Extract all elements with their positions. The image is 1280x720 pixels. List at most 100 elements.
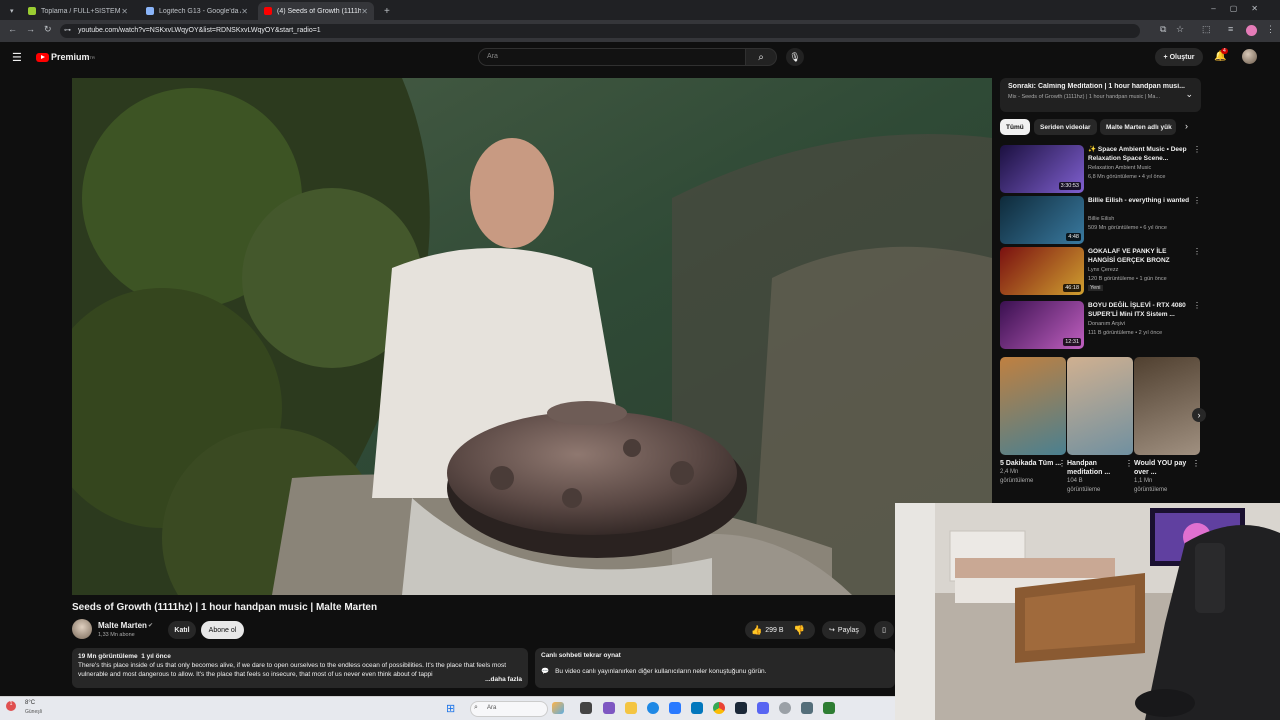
url-field[interactable]: youtube.com/watch?v=NSKxvLWqyOY&list=RDN… <box>60 24 1140 38</box>
chrome-icon[interactable] <box>713 702 725 714</box>
live-chat-replay-box[interactable]: Canlı sohbeti tekrar oynat 💬 Bu video can… <box>535 648 895 688</box>
recommended-video-title[interactable]: GOKALAF VE PANKY İLE HANGİSİ GERÇEK BRON… <box>1088 247 1192 265</box>
install-icon[interactable]: ⧉ <box>1160 24 1166 35</box>
recommended-video-title[interactable]: ✨ Space Ambient Music • Deep Relaxation … <box>1088 145 1192 163</box>
thumbs-up-icon[interactable]: 👍 <box>751 625 762 636</box>
file-explorer-icon[interactable] <box>625 702 637 714</box>
widgets-icon[interactable] <box>552 702 564 714</box>
like-count[interactable]: 299 B <box>765 627 783 634</box>
browser-tab-1[interactable]: Toplama / FULL+SİSTEM sahibi ✕ <box>22 2 134 20</box>
chip-all[interactable]: Tümü <box>1000 119 1030 135</box>
weather-desc[interactable]: Güneşli <box>25 709 42 715</box>
more-options-icon[interactable]: ⋮ <box>1193 247 1201 256</box>
chevron-right-icon[interactable]: › <box>1185 121 1188 131</box>
windows-start-icon[interactable]: ⊞ <box>446 702 455 715</box>
window-controls[interactable]: –▢✕ <box>1211 4 1272 13</box>
recommended-video[interactable]: 12:31 BOYU DEĞİL İŞLEVİ - RTX 4080 SUPER… <box>1000 301 1201 349</box>
show-more-link[interactable]: ...daha fazla <box>481 675 522 684</box>
video-thumbnail[interactable]: 3:30:53 <box>1000 145 1084 193</box>
channel-name[interactable]: Malte Marten <box>98 621 147 630</box>
channel-avatar[interactable] <box>72 619 92 639</box>
video-player[interactable] <box>72 78 992 595</box>
account-avatar[interactable] <box>1242 49 1257 64</box>
more-options-icon[interactable]: ⋮ <box>1192 459 1200 468</box>
short-views: 1,1 Mn <box>1134 478 1153 484</box>
subscribe-button[interactable]: Abone ol <box>201 621 244 639</box>
short-title[interactable]: Would YOU pay over ... <box>1134 459 1200 477</box>
close-icon[interactable]: ✕ <box>361 7 368 16</box>
recommended-channel[interactable]: Lynx Çerezz <box>1088 267 1118 273</box>
more-options-icon[interactable]: ⋮ <box>1193 196 1201 205</box>
short-title[interactable]: 5 Dakikada Tüm ... <box>1000 459 1066 468</box>
more-options-icon[interactable]: ⋮ <box>1125 459 1133 468</box>
create-button[interactable]: + Oluştur <box>1155 48 1203 66</box>
description-box[interactable]: 19 Mn görüntüleme 1 yıl önce There's thi… <box>72 648 528 688</box>
recommended-video[interactable]: 46:18 GOKALAF VE PANKY İLE HANGİSİ GERÇE… <box>1000 247 1201 295</box>
youtube-logo[interactable]: Premium TR <box>36 52 95 62</box>
store-icon[interactable] <box>669 702 681 714</box>
more-options-icon[interactable]: ⋮ <box>1193 145 1201 154</box>
thumbs-down-icon[interactable]: 👎 <box>794 625 805 636</box>
new-tab-button[interactable]: + <box>378 2 392 20</box>
search-button[interactable]: ⌕ <box>745 48 777 66</box>
short-thumbnail[interactable] <box>1134 357 1200 455</box>
short-thumbnail[interactable] <box>1000 357 1066 455</box>
hamburger-menu-icon[interactable]: ☰ <box>12 51 22 64</box>
sidepanel-icon[interactable]: ≡ <box>1228 24 1233 34</box>
forward-icon[interactable]: → <box>26 24 35 34</box>
back-icon[interactable]: ← <box>8 24 17 34</box>
voice-search-button[interactable]: 🎙 <box>786 48 804 66</box>
more-options-icon[interactable]: ⋮ <box>1058 459 1066 468</box>
video-thumbnail[interactable]: 4:48 <box>1000 196 1084 244</box>
close-icon[interactable]: ✕ <box>121 7 128 16</box>
discord-icon[interactable] <box>757 702 769 714</box>
recommended-channel[interactable]: Billie Eilish <box>1088 216 1114 222</box>
recommended-video-title[interactable]: BOYU DEĞİL İŞLEVİ - RTX 4080 SUPER'Lİ Mi… <box>1088 301 1192 319</box>
menu-dots-icon[interactable]: ⋮ <box>1266 24 1275 35</box>
short-thumbnail[interactable] <box>1067 357 1133 455</box>
short-video[interactable]: 5 Dakikada Tüm ... ⋮ 2,4 Mn görüntüleme <box>1000 357 1066 486</box>
recommended-video-title[interactable]: Billie Eilish - everything i wanted <box>1088 196 1192 205</box>
short-video[interactable]: Would YOU pay over ... ⋮ 1,1 Mn görüntül… <box>1134 357 1200 495</box>
edge-icon[interactable] <box>647 702 659 714</box>
chip-series[interactable]: Seriden videolar <box>1034 119 1097 135</box>
app-icon[interactable] <box>603 702 615 714</box>
taskbar-search[interactable]: Ara <box>470 701 548 717</box>
video-thumbnail[interactable]: 46:18 <box>1000 247 1084 295</box>
reload-icon[interactable]: ↻ <box>44 24 52 35</box>
chevron-down-icon[interactable]: ⌄ <box>1185 89 1193 100</box>
weather-icon[interactable]: 1 <box>6 701 16 711</box>
chip-channel[interactable]: Malte Marten adlı yük <box>1100 119 1176 135</box>
more-options-icon[interactable]: ⋮ <box>1193 301 1201 310</box>
profile-avatar[interactable] <box>1246 25 1257 36</box>
recommended-channel[interactable]: Donanım Arşivi <box>1088 321 1125 327</box>
steam-icon[interactable] <box>735 702 747 714</box>
close-icon[interactable]: ✕ <box>241 7 248 16</box>
task-view-icon[interactable] <box>580 702 592 714</box>
browser-tab-2[interactable]: Logitech G13 - Google'da Ara ✕ <box>140 2 254 20</box>
video-duration: 4:48 <box>1066 233 1081 241</box>
bookmark-star-icon[interactable]: ☆ <box>1176 24 1184 35</box>
weather-temp[interactable]: 8°C <box>25 700 35 706</box>
video-thumbnail[interactable]: 12:31 <box>1000 301 1084 349</box>
chat-replay-title: Canlı sohbeti tekrar oynat <box>541 652 621 659</box>
shorts-next-icon[interactable]: › <box>1192 408 1206 422</box>
mail-icon[interactable] <box>691 702 703 714</box>
app-icon[interactable] <box>823 702 835 714</box>
playlist-next-box[interactable]: Sonraki: Calming Meditation | 1 hour han… <box>1000 78 1201 112</box>
search-input[interactable]: Ara <box>478 48 746 66</box>
app-icon[interactable] <box>779 702 791 714</box>
short-video[interactable]: Handpan meditation ... ⋮ 104 B görüntüle… <box>1067 357 1133 495</box>
site-info-icon[interactable]: ⊶ <box>64 26 71 34</box>
browser-tab-3[interactable]: (4) Seeds of Growth (1111hz) | ✕ <box>258 2 374 20</box>
save-button[interactable]: ▯ <box>874 621 894 639</box>
recommended-channel[interactable]: Relaxation Ambient Music <box>1088 165 1151 171</box>
extensions-icon[interactable]: ⬚ <box>1202 24 1211 35</box>
recommended-video[interactable]: 4:48 Billie Eilish - everything i wanted… <box>1000 196 1201 244</box>
share-button[interactable]: ↪ Paylaş <box>822 621 866 639</box>
settings-gear-icon[interactable] <box>801 702 813 714</box>
recommended-video[interactable]: 3:30:53 ✨ Space Ambient Music • Deep Rel… <box>1000 145 1201 193</box>
tab-list-button[interactable]: ▾ <box>4 2 18 20</box>
join-button[interactable]: Katıl <box>168 621 196 639</box>
short-title[interactable]: Handpan meditation ... <box>1067 459 1133 477</box>
